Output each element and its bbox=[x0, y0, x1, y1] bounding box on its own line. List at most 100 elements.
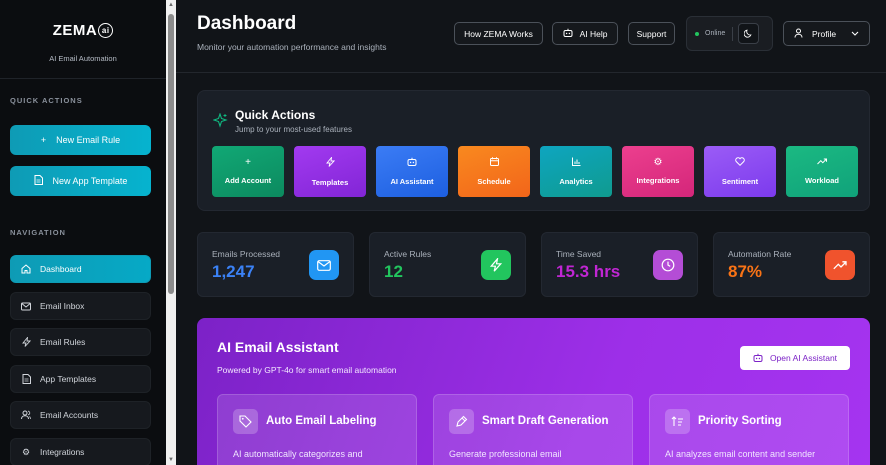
sidebar-item-app-templates[interactable]: App Templates bbox=[10, 365, 151, 393]
robot-icon bbox=[563, 28, 573, 39]
new-email-rule-label: New Email Rule bbox=[56, 135, 121, 145]
theme-toggle-button[interactable] bbox=[738, 23, 760, 44]
tile-integrations[interactable]: ⚙ Integrations bbox=[622, 146, 694, 197]
sidebar-item-email-rules[interactable]: Email Rules bbox=[10, 328, 151, 356]
sparkle-icon bbox=[212, 112, 228, 131]
quick-actions-heading: QUICK ACTIONS bbox=[10, 96, 83, 105]
stat-value: 1,247 bbox=[212, 262, 255, 281]
feature-title: Auto Email Labeling bbox=[266, 415, 377, 427]
stat-card-emails-processed: Emails Processed 1,247 bbox=[197, 232, 354, 297]
heart-icon bbox=[735, 157, 745, 169]
scrollbar-thumb[interactable] bbox=[168, 14, 174, 294]
bolt-icon bbox=[325, 155, 335, 170]
logo-text: ZEMA bbox=[52, 22, 98, 39]
ai-help-button[interactable]: AI Help bbox=[552, 22, 618, 45]
sidebar-item-label: App Templates bbox=[40, 374, 97, 384]
feature-description: AI analyzes email content and sender bbox=[665, 449, 816, 459]
sidebar-item-label: Email Rules bbox=[40, 337, 86, 347]
tile-templates[interactable]: Templates bbox=[294, 146, 366, 197]
scroll-up-arrow-icon[interactable]: ▲ bbox=[168, 2, 174, 8]
sidebar-item-label: Email Inbox bbox=[40, 301, 85, 311]
navigation-heading: NAVIGATION bbox=[10, 228, 66, 237]
stat-value: 12 bbox=[384, 262, 403, 281]
trend-icon bbox=[825, 250, 855, 280]
plus-icon: + bbox=[40, 135, 47, 145]
sidebar-item-label: Email Accounts bbox=[40, 410, 99, 420]
how-zema-works-label: How ZEMA Works bbox=[464, 28, 533, 39]
profile-button[interactable]: Profile bbox=[783, 21, 870, 46]
feature-card-smart-draft[interactable]: Smart Draft Generation Generate professi… bbox=[433, 394, 633, 465]
sidebar-item-label: Dashboard bbox=[40, 264, 82, 274]
stat-card-automation-rate: Automation Rate 87% bbox=[713, 232, 870, 297]
feature-title: Priority Sorting bbox=[698, 415, 782, 427]
tag-icon bbox=[233, 409, 258, 434]
clock-icon bbox=[653, 250, 683, 280]
sort-icon bbox=[665, 409, 690, 434]
logo[interactable]: ZEMA ai bbox=[53, 22, 114, 39]
chart-icon bbox=[571, 157, 581, 169]
how-zema-works-button[interactable]: How ZEMA Works bbox=[454, 22, 543, 45]
trend-icon bbox=[817, 158, 827, 168]
tile-add-account[interactable]: + Add Account bbox=[212, 146, 284, 197]
page-subtitle: Monitor your automation performance and … bbox=[197, 42, 387, 52]
stat-value: 15.3 hrs bbox=[556, 262, 621, 281]
stat-label: Active Rules bbox=[384, 249, 432, 259]
tile-schedule[interactable]: Schedule bbox=[458, 146, 530, 197]
profile-label: Profile bbox=[812, 28, 837, 39]
scroll-down-arrow-icon[interactable]: ▼ bbox=[168, 457, 174, 463]
robot-icon bbox=[753, 353, 763, 364]
gear-icon: ⚙ bbox=[653, 157, 663, 168]
brand: ZEMA ai AI Email Automation bbox=[0, 0, 166, 79]
feature-description: AI automatically categorizes and bbox=[233, 449, 363, 459]
stat-label: Time Saved bbox=[556, 249, 602, 259]
stat-card-time-saved: Time Saved 15.3 hrs bbox=[541, 232, 698, 297]
chevron-down-icon bbox=[851, 29, 859, 38]
new-email-rule-button[interactable]: + New Email Rule bbox=[10, 125, 151, 155]
support-label: Support bbox=[636, 28, 667, 39]
feature-card-priority-sorting[interactable]: Priority Sorting AI analyzes email conte… bbox=[649, 394, 849, 465]
gear-icon: ⚙ bbox=[21, 446, 31, 457]
header-divider bbox=[176, 72, 886, 73]
tile-label: Analytics bbox=[559, 177, 593, 186]
quick-actions-subtitle: Jump to your most-used features bbox=[235, 125, 352, 134]
tile-analytics[interactable]: Analytics bbox=[540, 146, 612, 197]
new-app-template-label: New App Template bbox=[52, 176, 128, 186]
open-ai-assistant-button[interactable]: Open AI Assistant bbox=[740, 346, 850, 370]
sidebar-item-email-inbox[interactable]: Email Inbox bbox=[10, 292, 151, 320]
ai-assistant-subtitle: Powered by GPT-4o for smart email automa… bbox=[217, 365, 397, 375]
sidebar-item-dashboard[interactable]: Dashboard bbox=[10, 255, 151, 283]
main-content: Dashboard Monitor your automation perfor… bbox=[176, 0, 886, 465]
ai-assistant-panel: AI Email Assistant Powered by GPT-4o for… bbox=[197, 318, 870, 465]
tile-workload[interactable]: Workload bbox=[786, 146, 858, 197]
quick-actions-panel: Quick Actions Jump to your most-used fea… bbox=[197, 90, 870, 211]
pen-icon bbox=[449, 409, 474, 434]
feature-card-auto-labeling[interactable]: Auto Email Labeling AI automatically cat… bbox=[217, 394, 417, 465]
tile-ai-assistant[interactable]: AI Assistant bbox=[376, 146, 448, 197]
support-button[interactable]: Support bbox=[628, 22, 675, 45]
document-icon bbox=[34, 175, 43, 187]
tile-label: Schedule bbox=[477, 177, 511, 186]
new-app-template-button[interactable]: New App Template bbox=[10, 166, 151, 196]
stat-label: Emails Processed bbox=[212, 249, 281, 259]
status-indicator: Online bbox=[686, 16, 773, 51]
sidebar-scrollbar[interactable]: ▲ ▼ bbox=[166, 0, 176, 465]
bolt-icon bbox=[481, 250, 511, 280]
open-ai-assistant-label: Open AI Assistant bbox=[769, 353, 838, 363]
tile-sentiment[interactable]: Sentiment bbox=[704, 146, 776, 197]
sidebar-item-email-accounts[interactable]: Email Accounts bbox=[10, 401, 151, 429]
sidebar-item-integrations[interactable]: ⚙ Integrations bbox=[10, 438, 151, 465]
tile-label: AI Assistant bbox=[390, 177, 434, 186]
home-icon bbox=[21, 264, 31, 274]
logo-badge: ai bbox=[98, 23, 114, 38]
robot-icon bbox=[407, 157, 417, 169]
feature-title: Smart Draft Generation bbox=[482, 415, 609, 427]
online-dot-icon bbox=[695, 31, 699, 36]
tile-label: Add Account bbox=[224, 176, 272, 185]
calendar-icon bbox=[489, 157, 499, 169]
moon-icon bbox=[744, 29, 752, 38]
document-icon bbox=[21, 374, 31, 384]
tile-label: Workload bbox=[804, 176, 840, 185]
status-divider bbox=[732, 26, 734, 41]
mail-icon bbox=[21, 301, 31, 311]
tile-label: Templates bbox=[311, 177, 349, 187]
